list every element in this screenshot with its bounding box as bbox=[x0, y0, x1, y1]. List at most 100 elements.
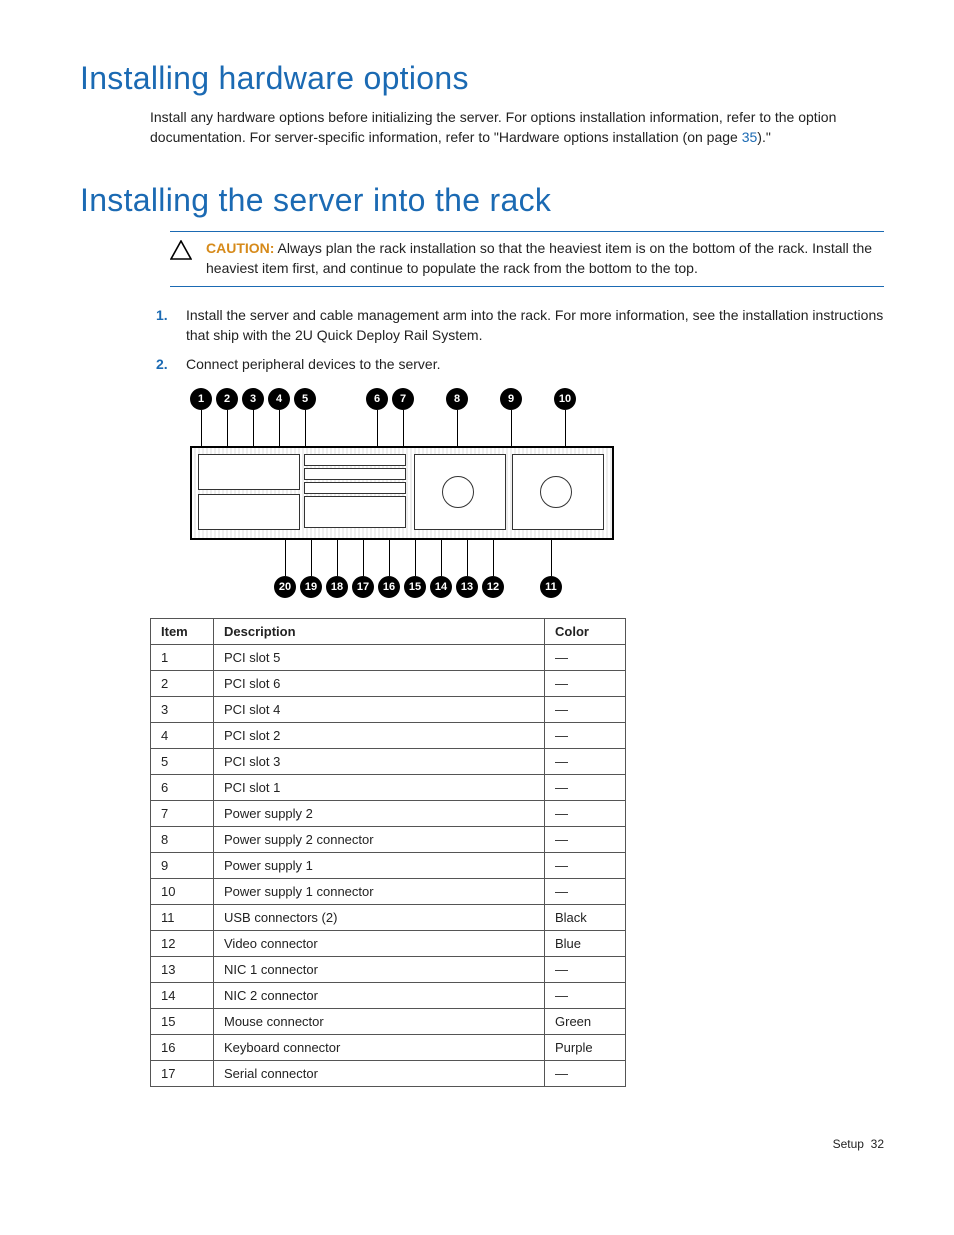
cell-item: 10 bbox=[151, 879, 214, 905]
cell-color: — bbox=[545, 749, 626, 775]
intro-paragraph: Install any hardware options before init… bbox=[150, 107, 884, 148]
cell-color: — bbox=[545, 697, 626, 723]
callout-bubble: 12 bbox=[482, 576, 504, 598]
table-row: 2PCI slot 6— bbox=[151, 671, 626, 697]
table-row: 3PCI slot 4— bbox=[151, 697, 626, 723]
cell-color: Purple bbox=[545, 1035, 626, 1061]
th-desc: Description bbox=[214, 619, 545, 645]
cell-desc: USB connectors (2) bbox=[214, 905, 545, 931]
caution-label: CAUTION: bbox=[206, 240, 274, 256]
cell-color: — bbox=[545, 1061, 626, 1087]
callout-bubble: 15 bbox=[404, 576, 426, 598]
heading-install-rack: Installing the server into the rack bbox=[80, 182, 884, 219]
table-row: 9Power supply 1— bbox=[151, 853, 626, 879]
cell-desc: Power supply 2 connector bbox=[214, 827, 545, 853]
table-row: 8Power supply 2 connector— bbox=[151, 827, 626, 853]
th-item: Item bbox=[151, 619, 214, 645]
callout-bubble: 20 bbox=[274, 576, 296, 598]
cell-color: Green bbox=[545, 1009, 626, 1035]
cell-color: — bbox=[545, 957, 626, 983]
callout-bubble: 14 bbox=[430, 576, 452, 598]
cell-item: 8 bbox=[151, 827, 214, 853]
table-row: 5PCI slot 3— bbox=[151, 749, 626, 775]
step-item: Connect peripheral devices to the server… bbox=[172, 354, 884, 374]
table-row: 10Power supply 1 connector— bbox=[151, 879, 626, 905]
cell-desc: Keyboard connector bbox=[214, 1035, 545, 1061]
callout-bubble: 5 bbox=[294, 388, 316, 410]
callout-bubble: 6 bbox=[366, 388, 388, 410]
footer-section: Setup bbox=[833, 1137, 864, 1151]
cell-item: 3 bbox=[151, 697, 214, 723]
steps-list: Install the server and cable management … bbox=[150, 305, 884, 374]
cell-color: — bbox=[545, 723, 626, 749]
cell-item: 11 bbox=[151, 905, 214, 931]
callout-bubble: 1 bbox=[190, 388, 212, 410]
callout-bubble: 18 bbox=[326, 576, 348, 598]
cell-desc: Power supply 1 connector bbox=[214, 879, 545, 905]
server-rear-illustration bbox=[190, 446, 614, 540]
intro-text-pre: Install any hardware options before init… bbox=[150, 109, 836, 145]
cell-desc: NIC 1 connector bbox=[214, 957, 545, 983]
cell-item: 14 bbox=[151, 983, 214, 1009]
table-row: 16Keyboard connectorPurple bbox=[151, 1035, 626, 1061]
cell-item: 1 bbox=[151, 645, 214, 671]
cell-item: 13 bbox=[151, 957, 214, 983]
cell-color: — bbox=[545, 879, 626, 905]
cell-color: — bbox=[545, 801, 626, 827]
table-header-row: Item Description Color bbox=[151, 619, 626, 645]
cell-item: 12 bbox=[151, 931, 214, 957]
th-color: Color bbox=[545, 619, 626, 645]
cell-item: 5 bbox=[151, 749, 214, 775]
cell-item: 17 bbox=[151, 1061, 214, 1087]
callout-bubble: 9 bbox=[500, 388, 522, 410]
cell-desc: PCI slot 1 bbox=[214, 775, 545, 801]
cell-item: 16 bbox=[151, 1035, 214, 1061]
cell-color: — bbox=[545, 983, 626, 1009]
table-row: 14NIC 2 connector— bbox=[151, 983, 626, 1009]
cell-item: 6 bbox=[151, 775, 214, 801]
callout-bubble: 7 bbox=[392, 388, 414, 410]
callout-bubble: 11 bbox=[540, 576, 562, 598]
table-row: 13NIC 1 connector— bbox=[151, 957, 626, 983]
ports-table: Item Description Color 1PCI slot 5—2PCI … bbox=[150, 618, 626, 1087]
cell-desc: Serial connector bbox=[214, 1061, 545, 1087]
cell-item: 2 bbox=[151, 671, 214, 697]
callout-bubble: 8 bbox=[446, 388, 468, 410]
table-row: 7Power supply 2— bbox=[151, 801, 626, 827]
table-row: 4PCI slot 2— bbox=[151, 723, 626, 749]
callout-bubble: 3 bbox=[242, 388, 264, 410]
step-item: Install the server and cable management … bbox=[172, 305, 884, 346]
cell-desc: Power supply 1 bbox=[214, 853, 545, 879]
cell-desc: PCI slot 4 bbox=[214, 697, 545, 723]
callout-bubble: 4 bbox=[268, 388, 290, 410]
cell-desc: PCI slot 3 bbox=[214, 749, 545, 775]
cell-desc: PCI slot 5 bbox=[214, 645, 545, 671]
callout-bubble: 10 bbox=[554, 388, 576, 410]
cell-item: 7 bbox=[151, 801, 214, 827]
cell-desc: PCI slot 2 bbox=[214, 723, 545, 749]
cell-item: 15 bbox=[151, 1009, 214, 1035]
page-footer: Setup 32 bbox=[80, 1137, 884, 1151]
caution-text: Always plan the rack installation so tha… bbox=[206, 240, 872, 276]
callout-bubble: 16 bbox=[378, 576, 400, 598]
cell-desc: NIC 2 connector bbox=[214, 983, 545, 1009]
cell-color: — bbox=[545, 671, 626, 697]
callout-bubble: 13 bbox=[456, 576, 478, 598]
table-row: 12Video connectorBlue bbox=[151, 931, 626, 957]
rear-panel-diagram: 1 2 3 4 5 6 7 8 9 10 20 19 18 17 16 15 1… bbox=[190, 388, 884, 598]
callout-bubble: 17 bbox=[352, 576, 374, 598]
page-link[interactable]: 35 bbox=[742, 129, 758, 145]
table-row: 17Serial connector— bbox=[151, 1061, 626, 1087]
cell-color: — bbox=[545, 853, 626, 879]
table-row: 1PCI slot 5— bbox=[151, 645, 626, 671]
cell-color: Blue bbox=[545, 931, 626, 957]
cell-color: — bbox=[545, 775, 626, 801]
callout-bubble: 19 bbox=[300, 576, 322, 598]
caution-block: CAUTION: Always plan the rack installati… bbox=[170, 231, 884, 288]
cell-color: — bbox=[545, 827, 626, 853]
table-row: 11USB connectors (2)Black bbox=[151, 905, 626, 931]
cell-desc: PCI slot 6 bbox=[214, 671, 545, 697]
cell-item: 4 bbox=[151, 723, 214, 749]
cell-desc: Mouse connector bbox=[214, 1009, 545, 1035]
cell-color: — bbox=[545, 645, 626, 671]
